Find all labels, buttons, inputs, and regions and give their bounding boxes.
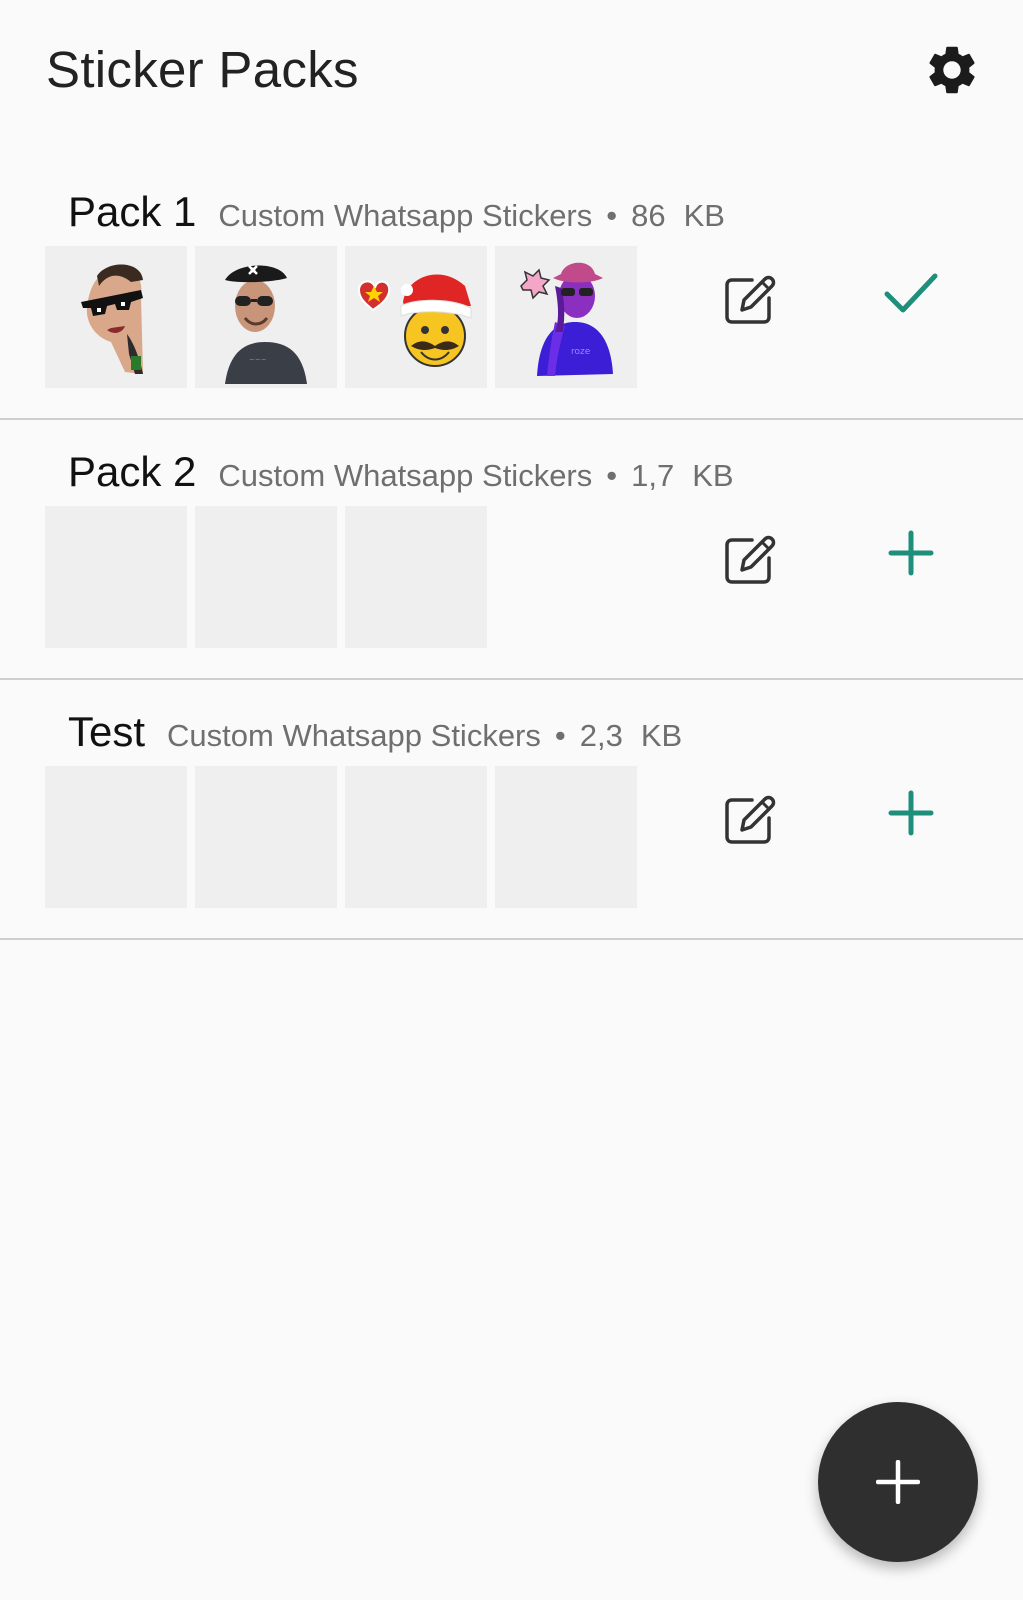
pack-publisher: Custom Whatsapp Stickers — [218, 458, 593, 493]
app-bar: Sticker Packs — [0, 0, 1023, 140]
sticker-thumbnails — [45, 506, 487, 648]
svg-text:~~~: ~~~ — [249, 356, 267, 364]
sticker-thumbnail-empty[interactable] — [45, 766, 187, 908]
edit-button[interactable] — [720, 270, 780, 330]
meta-separator: • — [606, 198, 618, 233]
pack-name: Pack 2 — [68, 448, 197, 495]
pack-header: Pack 1 Custom Whatsapp Stickers • 86 KB — [68, 160, 725, 254]
sticker-thumbnail-empty[interactable] — [495, 766, 637, 908]
pack-header: Test Custom Whatsapp Stickers • 2,3 KB — [68, 680, 682, 774]
sticker-thumbnail[interactable] — [45, 246, 187, 388]
edit-icon — [725, 795, 776, 844]
pack-size-unit: KB — [692, 458, 734, 493]
meta-separator: • — [606, 458, 618, 493]
sticker-thumbnails: ~~~ roze — [45, 246, 637, 388]
svg-text:roze: roze — [571, 347, 591, 357]
pack-size: 1,7 — [631, 458, 675, 493]
sticker-thumbnail[interactable] — [345, 246, 487, 388]
create-pack-fab[interactable] — [818, 1402, 978, 1562]
edit-icon — [725, 535, 776, 584]
add-pack-button[interactable] — [878, 780, 944, 846]
pack-size: 2,3 — [579, 718, 623, 753]
pack-item[interactable]: Pack 2 Custom Whatsapp Stickers • 1,7 KB — [0, 420, 1023, 680]
edit-button[interactable] — [720, 790, 780, 850]
page-title: Sticker Packs — [46, 41, 359, 98]
sticker-thumbnails — [45, 766, 637, 908]
sticker-thumbnail-empty[interactable] — [45, 506, 187, 648]
pack-item[interactable]: Test Custom Whatsapp Stickers • 2,3 KB — [0, 680, 1023, 940]
pack-publisher: Custom Whatsapp Stickers — [167, 718, 541, 753]
pack-meta: Custom Whatsapp Stickers • 1,7 KB — [218, 458, 733, 494]
screen: Sticker Packs Pack 1 Custom Whatsapp Sti… — [0, 0, 1023, 1600]
sticker-thumbnail-empty[interactable] — [345, 506, 487, 648]
edit-icon — [725, 275, 776, 324]
christmas-emoji-sticker — [357, 274, 472, 367]
sticker-thumbnail[interactable]: ~~~ — [195, 246, 337, 388]
sticker-thumbnail-empty[interactable] — [195, 766, 337, 908]
edit-button[interactable] — [720, 530, 780, 590]
plus-icon — [876, 1460, 920, 1504]
pack-publisher: Custom Whatsapp Stickers — [218, 198, 593, 233]
added-status-button[interactable] — [878, 260, 944, 326]
pack-item[interactable]: Pack 1 Custom Whatsapp Stickers • 86 KB — [0, 160, 1023, 420]
check-icon — [884, 273, 938, 313]
pack-name: Pack 1 — [68, 188, 197, 235]
pack-meta: Custom Whatsapp Stickers • 86 KB — [218, 198, 725, 234]
pack-name: Test — [68, 708, 146, 755]
pack-header: Pack 2 Custom Whatsapp Stickers • 1,7 KB — [68, 420, 734, 514]
sunglasses-man-sticker — [81, 264, 143, 374]
pack-meta: Custom Whatsapp Stickers • 2,3 KB — [167, 718, 682, 754]
pack-size-unit: KB — [683, 198, 725, 233]
plus-icon — [888, 790, 934, 836]
add-pack-button[interactable] — [878, 520, 944, 586]
settings-button[interactable] — [922, 40, 982, 100]
sticker-thumbnail-empty[interactable] — [345, 766, 487, 908]
sticker-thumbnail[interactable]: roze — [495, 246, 637, 388]
pack-size: 86 — [631, 198, 666, 233]
meta-separator: • — [554, 718, 566, 753]
pirate-man-sticker: ~~~ — [225, 265, 307, 384]
purple-cowgirl-sticker: roze — [520, 262, 613, 376]
plus-icon — [888, 530, 934, 576]
sticker-thumbnail-empty[interactable] — [195, 506, 337, 648]
gear-icon — [929, 46, 975, 94]
pack-size-unit: KB — [640, 718, 683, 753]
